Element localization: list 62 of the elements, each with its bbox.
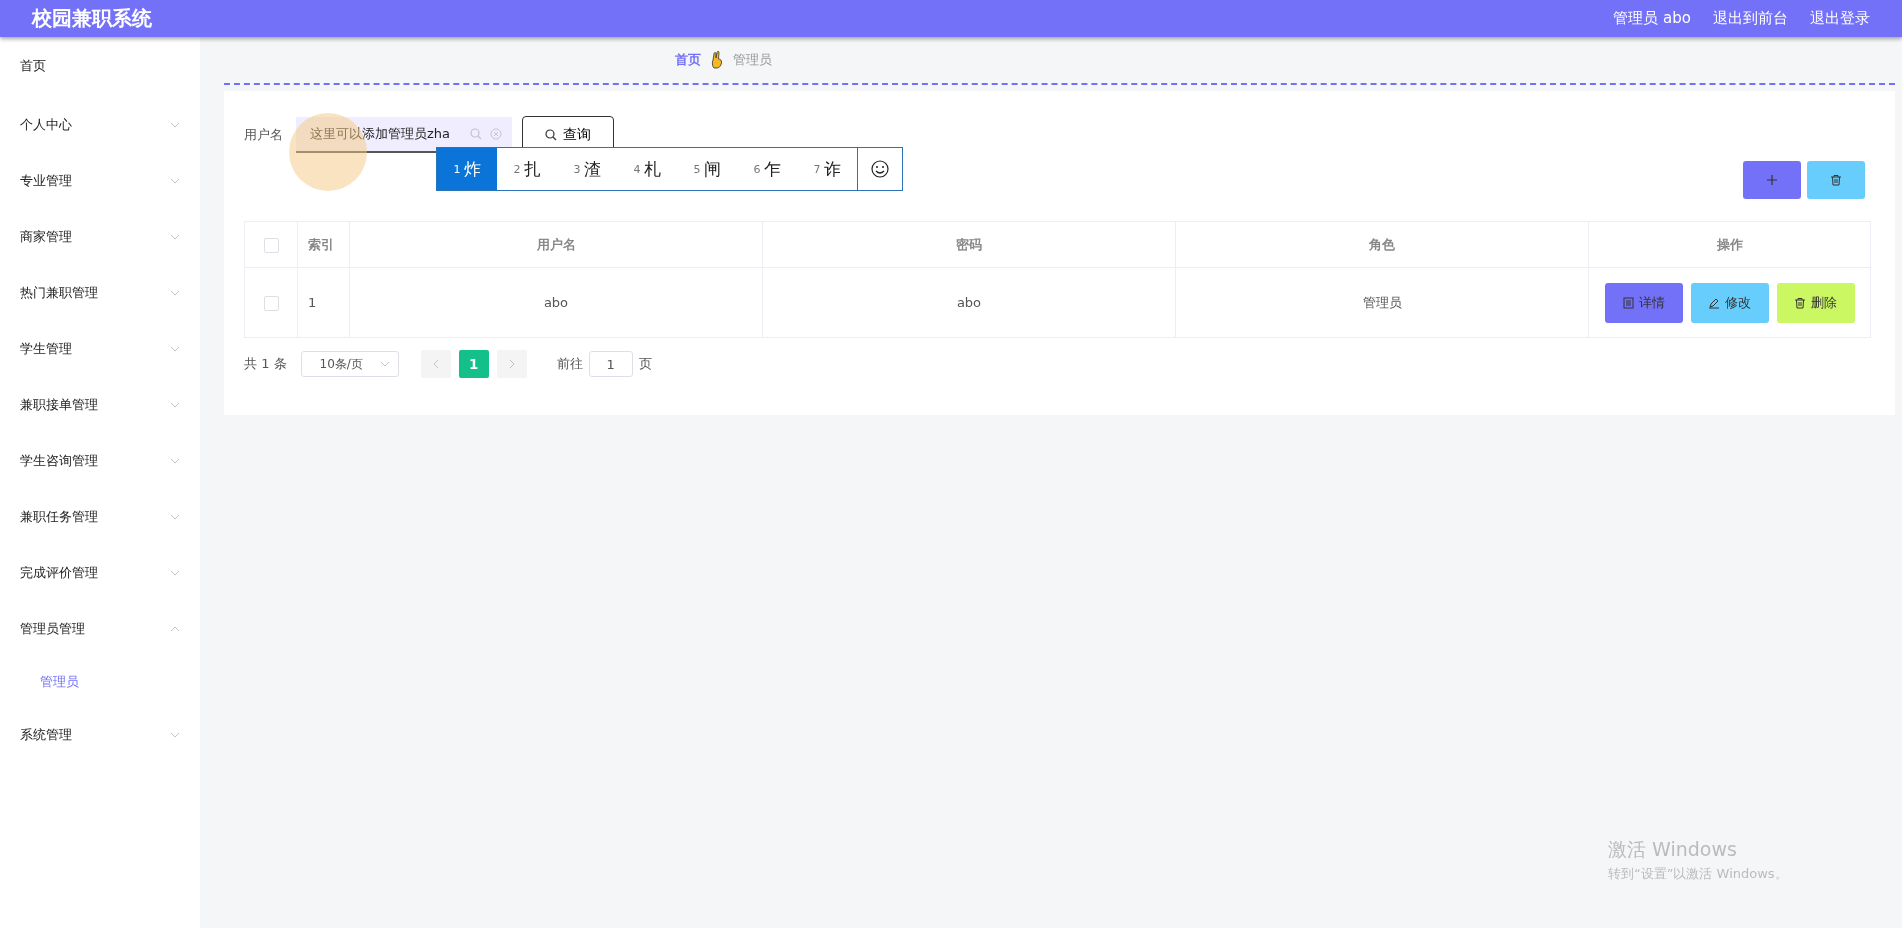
delete-button[interactable] (1807, 161, 1865, 199)
ime-candidate[interactable]: 7 诈 (797, 148, 857, 190)
user-label: 管理员 abo (1613, 9, 1691, 28)
prev-page-button[interactable] (420, 350, 451, 378)
field-label: 用户名 (244, 126, 283, 144)
ime-candidate[interactable]: 6 乍 (737, 148, 797, 190)
table-cell: 1 (308, 295, 317, 310)
plus-icon (1766, 174, 1778, 186)
search-icon (545, 129, 557, 141)
menu-item[interactable]: 兼职任务管理 (0, 489, 200, 545)
chevron-down-icon (379, 361, 390, 367)
header-link[interactable]: 退出到前台 (1713, 9, 1788, 28)
activation-notice-text: 转到“设置”以激活 Windows。 (1608, 865, 1788, 883)
table-cell: 管理员 (1362, 294, 1402, 310)
document-icon (1622, 296, 1634, 309)
column-header: 操作 (1716, 236, 1743, 252)
hand-icon (711, 51, 723, 69)
checkbox[interactable] (263, 237, 279, 253)
menu-item[interactable]: 兼职接单管理 (0, 377, 200, 433)
table-cell: abo (543, 295, 569, 310)
ime-candidate[interactable]: 4 札 (617, 148, 677, 190)
menu-item[interactable]: 学生管理 (0, 321, 200, 377)
ime-candidate[interactable]: 1 炸 (437, 148, 497, 190)
table-cell: abo (956, 295, 982, 310)
chevron-right-icon (508, 359, 515, 369)
header-link[interactable]: 退出登录 (1810, 9, 1870, 28)
ime-candidate[interactable]: 5 闸 (677, 148, 737, 190)
goto-label: 前往 (556, 355, 583, 373)
breadcrumb-item: 管理员 (733, 51, 772, 69)
column-header: 角色 (1369, 236, 1395, 252)
edit-button[interactable]: 修改 (1690, 282, 1769, 323)
column-header: 用户名 (536, 236, 576, 252)
next-page-button[interactable] (496, 350, 527, 378)
total-count: 共 1 条 (244, 355, 287, 373)
activation-notice-title: 激活 Windows (1608, 837, 1738, 862)
page-size-select[interactable]: 10条/页 (300, 351, 399, 377)
chevron-left-icon (432, 359, 439, 369)
menu-item[interactable]: 首页 (0, 51, 200, 81)
pencil-icon (1708, 296, 1720, 309)
page-input[interactable]: 1 (588, 351, 633, 377)
menu-item[interactable]: 学生咨询管理 (0, 433, 200, 489)
menu-item[interactable]: 商家管理 (0, 209, 200, 265)
app-title: 校园兼职系统 (32, 5, 152, 32)
menu-item[interactable]: 专业管理 (0, 153, 200, 209)
menu-item[interactable]: 个人中心 (0, 97, 200, 153)
trash-icon (1830, 174, 1842, 186)
menu-item[interactable]: 系统管理 (0, 707, 200, 763)
menu-item[interactable]: 完成评价管理 (0, 545, 200, 601)
page-suffix: 页 (638, 355, 652, 373)
submenu-item[interactable]: 管理员 (0, 657, 200, 707)
smiley-icon[interactable] (871, 160, 889, 178)
add-button[interactable] (1743, 161, 1801, 199)
menu-item[interactable]: 热门兼职管理 (0, 265, 200, 321)
menu-item[interactable]: 管理员管理 (0, 601, 200, 657)
delete-button[interactable]: 删除 (1776, 282, 1855, 323)
search-icon (470, 128, 482, 140)
trash-icon (1794, 296, 1806, 309)
column-header: 密码 (956, 236, 982, 252)
column-header: 索引 (308, 236, 334, 252)
breadcrumb-item[interactable]: 首页 (675, 51, 701, 69)
clear-icon[interactable] (490, 128, 502, 140)
checkbox[interactable] (263, 295, 279, 311)
